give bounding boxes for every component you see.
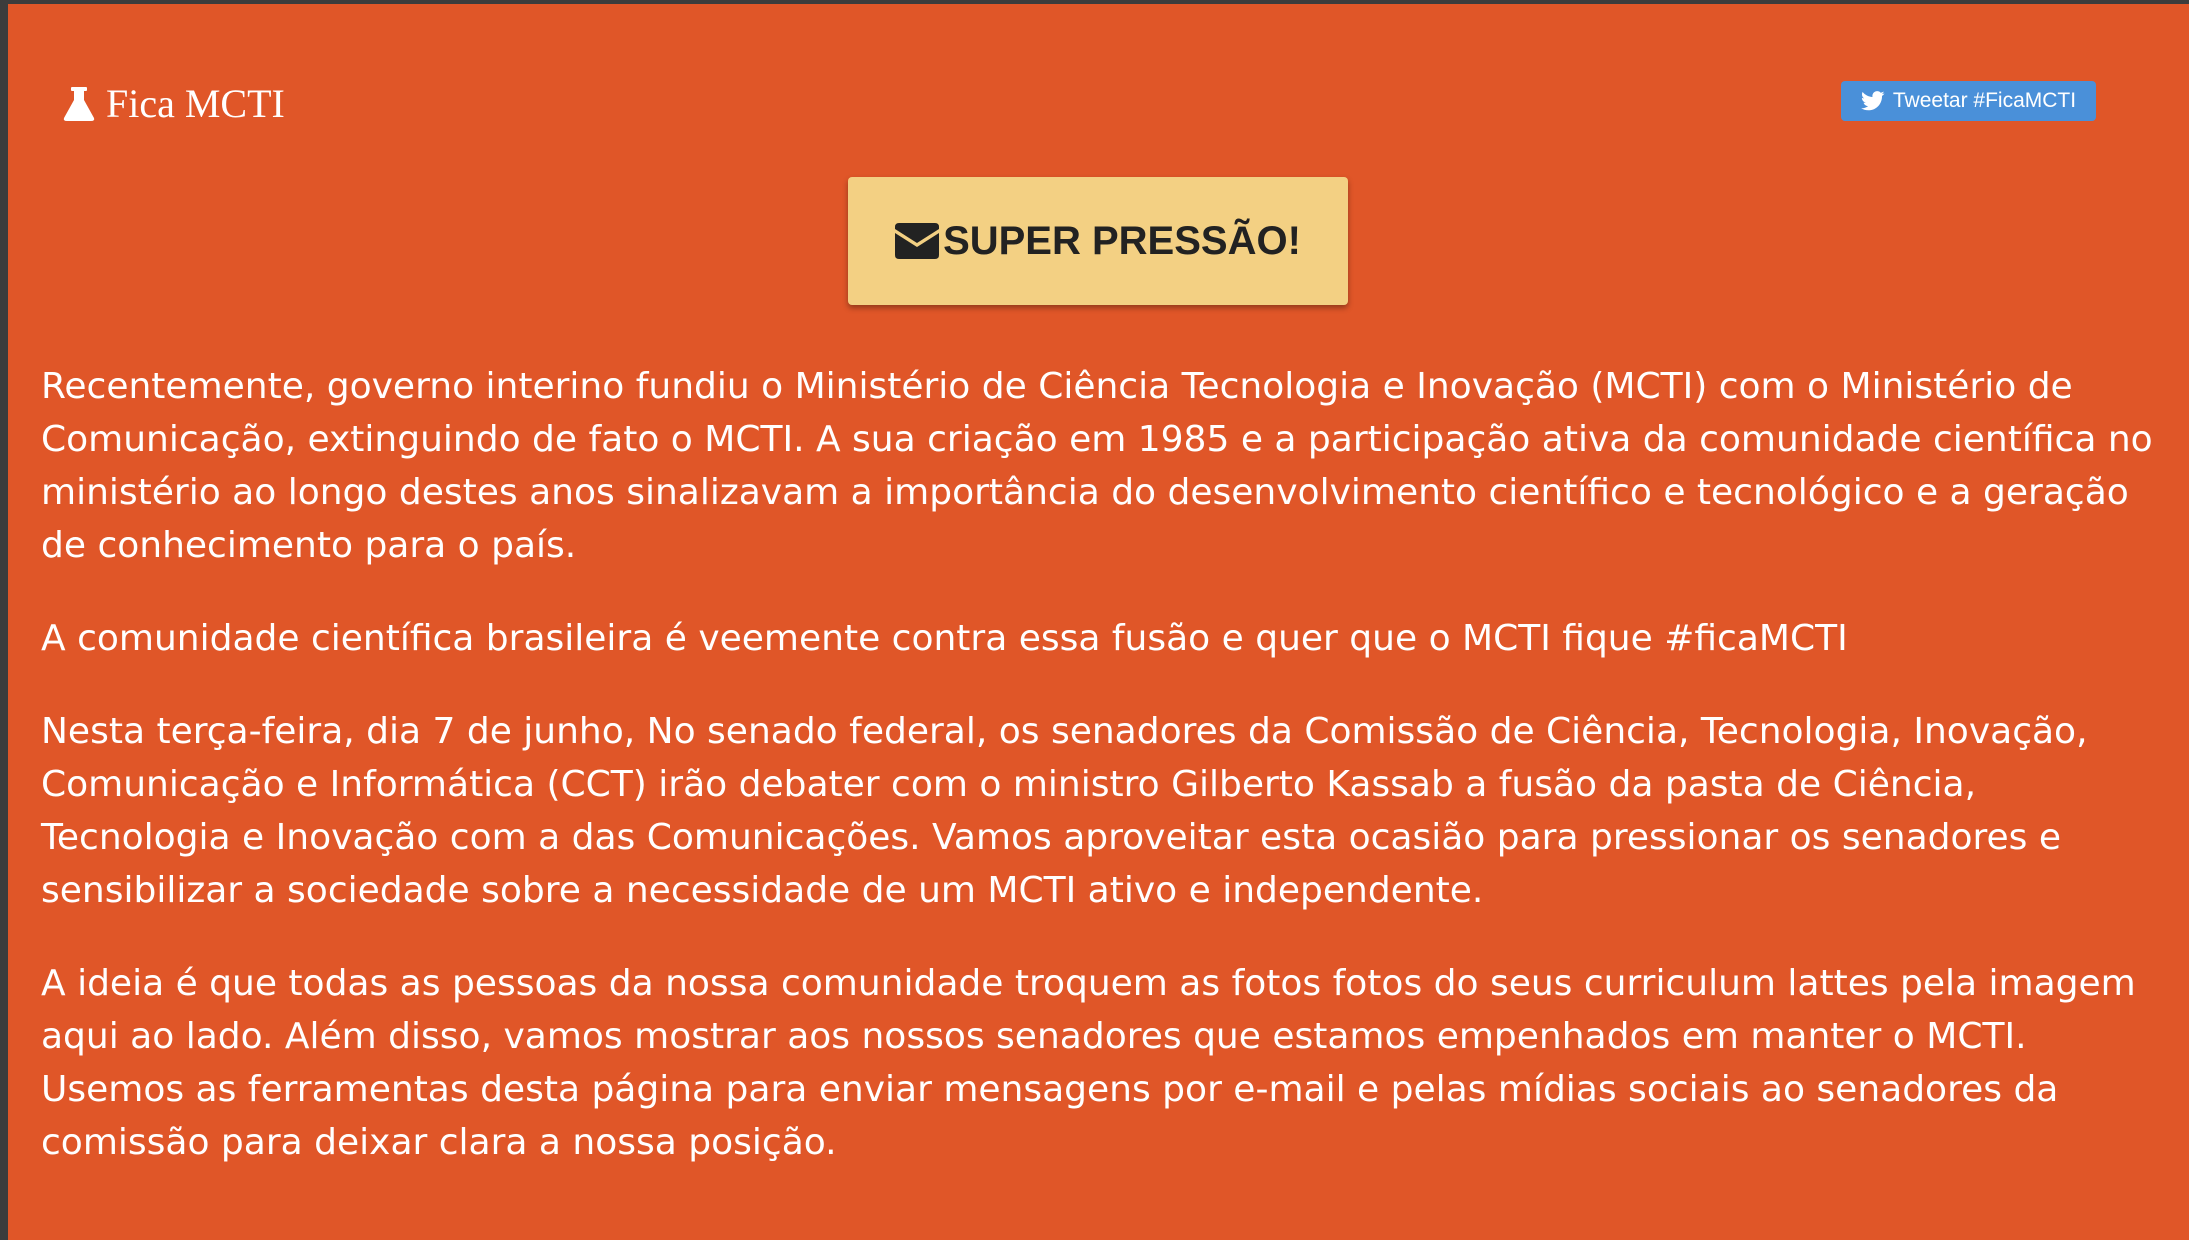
intro-text: Recentemente, governo interino fundiu o … bbox=[41, 360, 2161, 1209]
tweet-button-label: Tweetar #FicaMCTI bbox=[1892, 89, 2077, 112]
paragraph-idea: A ideia é que todas as pessoas da nossa … bbox=[41, 963, 2136, 1163]
brand-title: Fica MCTI bbox=[106, 81, 285, 126]
envelope-icon bbox=[895, 223, 940, 259]
twitter-bird-icon bbox=[1860, 91, 1885, 111]
flask-icon bbox=[62, 86, 96, 122]
super-pressure-button[interactable]: SUPER PRESSÃO! bbox=[848, 177, 1348, 305]
paragraph-senate: Nesta terça-feira, dia 7 de junho, No se… bbox=[41, 711, 2088, 911]
paragraph-intro: Recentemente, governo interino fundiu o … bbox=[41, 366, 2153, 566]
paragraph-community: A comunidade científica brasileira é vee… bbox=[41, 618, 1848, 659]
brand-link[interactable]: Fica MCTI bbox=[62, 80, 285, 128]
page-background: Fica MCTI Tweetar #FicaMCTI SUPER PRESSÃ… bbox=[8, 4, 2189, 1240]
tweet-button[interactable]: Tweetar #FicaMCTI bbox=[1841, 81, 2096, 121]
super-pressure-label: SUPER PRESSÃO! bbox=[943, 218, 1301, 263]
